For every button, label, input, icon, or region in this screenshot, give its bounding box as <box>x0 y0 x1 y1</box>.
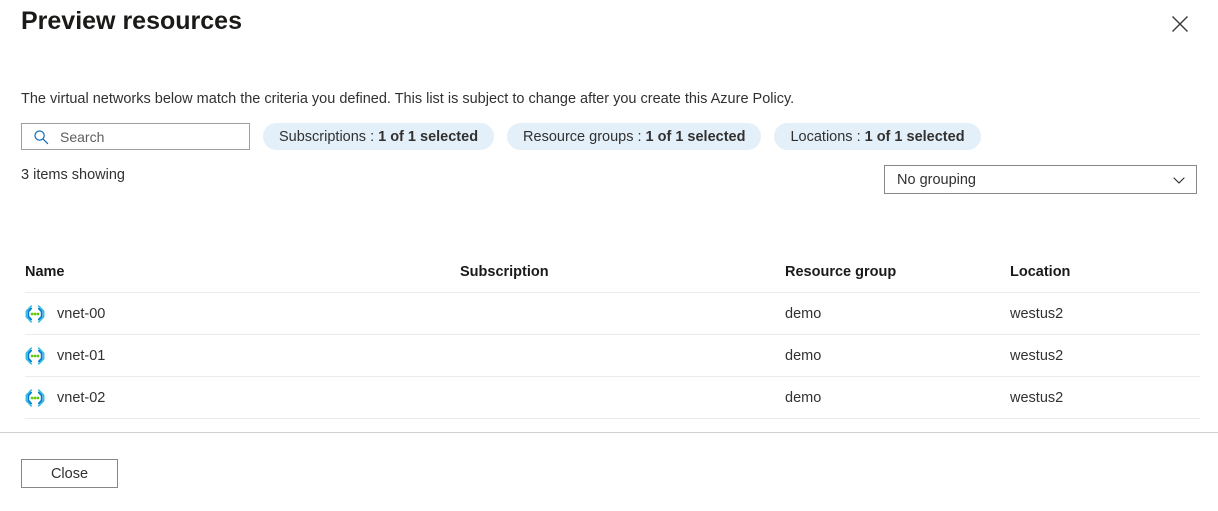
grouping-dropdown-value: No grouping <box>897 171 976 188</box>
column-header-resource-group[interactable]: Resource group <box>785 248 1010 293</box>
filter-pill-locations-value: 1 of 1 selected <box>864 128 965 145</box>
virtual-network-icon <box>25 346 45 366</box>
filter-row: Subscriptions : 1 of 1 selected Resource… <box>21 122 981 151</box>
cell-location: westus2 <box>1010 334 1200 377</box>
panel-header: Preview resources <box>0 0 1218 56</box>
search-box[interactable] <box>21 123 250 150</box>
filter-pill-locations[interactable]: Locations : 1 of 1 selected <box>774 123 981 150</box>
resource-name: vnet-01 <box>57 347 106 364</box>
filter-pill-locations-label: Locations : <box>790 128 861 145</box>
table-header-row: Name Subscription Resource group Locatio… <box>25 248 1200 293</box>
resource-name: vnet-00 <box>57 305 106 322</box>
search-input[interactable] <box>60 128 243 145</box>
cell-subscription <box>460 334 785 377</box>
cell-location: westus2 <box>1010 292 1200 335</box>
panel-description: The virtual networks below match the cri… <box>21 91 795 107</box>
filter-pill-resource-groups-value: 1 of 1 selected <box>645 128 746 145</box>
table-body: vnet-00 demo westus2 vnet-01 demo westus… <box>25 292 1200 419</box>
cell-subscription <box>460 376 785 419</box>
page-title: Preview resources <box>21 7 242 35</box>
chevron-down-icon <box>1172 173 1186 187</box>
cell-location: westus2 <box>1010 376 1200 419</box>
column-header-location[interactable]: Location <box>1010 248 1200 293</box>
footer-divider <box>0 432 1218 433</box>
column-header-subscription[interactable]: Subscription <box>460 248 785 293</box>
table-row[interactable]: vnet-01 demo westus2 <box>25 334 1200 377</box>
filter-pill-subscriptions[interactable]: Subscriptions : 1 of 1 selected <box>263 123 495 150</box>
cell-resource-group: demo <box>785 292 1010 335</box>
search-icon <box>32 128 50 146</box>
resources-table-wrapper: Name Subscription Resource group Locatio… <box>25 248 1200 419</box>
close-button[interactable]: Close <box>21 459 118 488</box>
column-header-name[interactable]: Name <box>25 248 460 293</box>
cell-name: vnet-02 <box>25 376 460 419</box>
items-showing-label: 3 items showing <box>21 167 125 183</box>
cell-name: vnet-01 <box>25 334 460 377</box>
filter-pill-resource-groups[interactable]: Resource groups : 1 of 1 selected <box>507 123 762 150</box>
table-row[interactable]: vnet-02 demo westus2 <box>25 376 1200 419</box>
resource-name: vnet-02 <box>57 389 106 406</box>
table-row[interactable]: vnet-00 demo westus2 <box>25 292 1200 335</box>
filter-pill-subscriptions-label: Subscriptions : <box>279 128 375 145</box>
virtual-network-icon <box>25 304 45 324</box>
virtual-network-icon <box>25 388 45 408</box>
cell-resource-group: demo <box>785 376 1010 419</box>
close-icon-button[interactable] <box>1166 10 1194 38</box>
cell-resource-group: demo <box>785 334 1010 377</box>
filter-pill-resource-groups-label: Resource groups : <box>523 128 642 145</box>
close-icon <box>1171 15 1189 33</box>
cell-name: vnet-00 <box>25 292 460 335</box>
grouping-dropdown[interactable]: No grouping <box>884 165 1197 194</box>
table-header: Name Subscription Resource group Locatio… <box>25 248 1200 293</box>
cell-subscription <box>460 292 785 335</box>
resources-table: Name Subscription Resource group Locatio… <box>25 248 1200 419</box>
filter-pill-subscriptions-value: 1 of 1 selected <box>378 128 479 145</box>
